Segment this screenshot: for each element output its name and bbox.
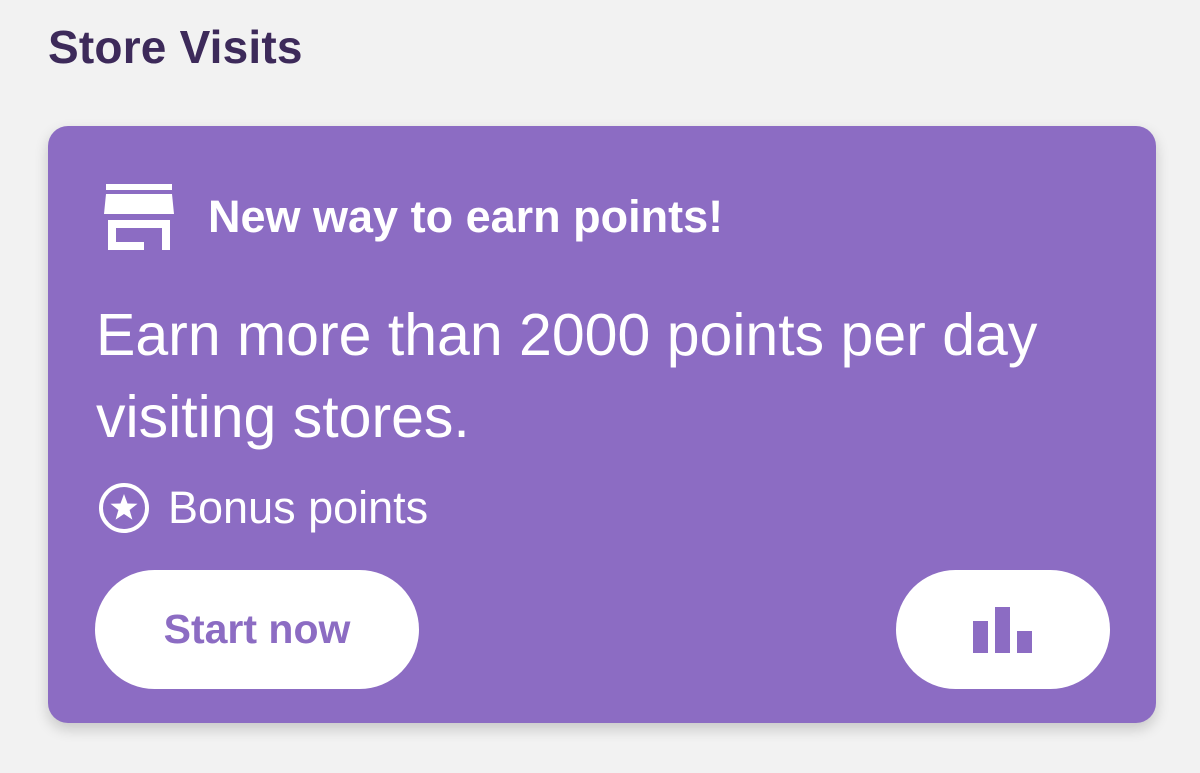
start-now-button[interactable]: Start now (95, 570, 419, 689)
card-header-title: New way to earn points! (208, 191, 724, 242)
storefront-icon (104, 184, 174, 250)
stats-button[interactable] (896, 570, 1110, 689)
store-visits-card: New way to earn points! Earn more than 2… (48, 126, 1156, 723)
card-description: Earn more than 2000 points per day visit… (96, 302, 1038, 450)
section-title: Store Visits (48, 21, 303, 73)
bonus-points-tag: Bonus points (98, 482, 428, 534)
star-circle-icon (98, 482, 150, 534)
bar-chart-icon (973, 606, 1033, 653)
bonus-points-label: Bonus points (168, 482, 429, 533)
card-header: New way to earn points! (104, 184, 723, 250)
